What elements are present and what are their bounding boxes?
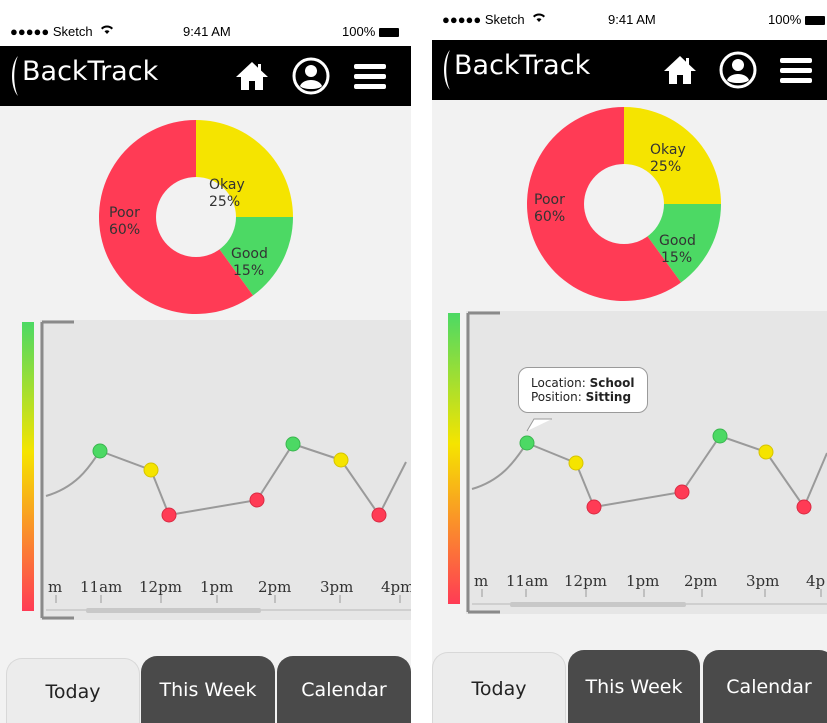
timeline-svg bbox=[40, 320, 411, 620]
tooltip-pointer bbox=[526, 418, 552, 432]
posture-donut-chart: Okay 25% Good 15% Poor 60% bbox=[524, 104, 724, 308]
screen-right: ●●●●● Sketch 9:41 AM 100% BackTrack Okay… bbox=[432, 0, 827, 723]
timeline-point[interactable] bbox=[92, 443, 108, 459]
wifi-icon bbox=[533, 13, 545, 22]
tooltip-position: Position: Sitting bbox=[531, 390, 632, 404]
wifi-icon bbox=[101, 25, 113, 34]
slice-label-poor: Poor bbox=[109, 205, 140, 221]
app-header: BackTrack bbox=[0, 46, 411, 106]
slice-label-okay: Okay bbox=[650, 142, 686, 158]
tooltip-location: Location: School bbox=[531, 376, 635, 390]
time-label: 1pm bbox=[200, 578, 234, 596]
carrier-signal: ●●●●● Sketch bbox=[10, 24, 93, 39]
timeline-point[interactable] bbox=[712, 428, 728, 444]
timeline-point[interactable] bbox=[371, 507, 387, 523]
timeline-svg bbox=[466, 311, 827, 614]
timeline-point[interactable] bbox=[285, 436, 301, 452]
timeline-curve bbox=[45, 450, 101, 497]
home-icon[interactable] bbox=[232, 56, 272, 96]
timeline-point[interactable] bbox=[333, 452, 349, 468]
slice-percent-okay: 25% bbox=[650, 159, 681, 175]
time-label: 3pm bbox=[746, 572, 780, 590]
battery-level: 100% bbox=[768, 12, 826, 27]
time-label: m bbox=[474, 572, 489, 590]
slice-label-okay: Okay bbox=[209, 177, 245, 193]
timeline-point[interactable] bbox=[586, 499, 602, 515]
timeline-point[interactable] bbox=[568, 455, 584, 471]
tab-this-week[interactable]: This Week bbox=[141, 656, 275, 723]
status-bar: ●●●●● Sketch 9:41 AM 100% bbox=[432, 0, 827, 40]
time-label: 2pm bbox=[258, 578, 292, 596]
timeline-curve bbox=[471, 442, 528, 490]
hamburger-menu-icon[interactable] bbox=[776, 50, 816, 90]
timeline-scrollbar[interactable] bbox=[86, 608, 261, 613]
tab-calendar[interactable]: Calendar bbox=[277, 656, 411, 723]
slice-label-good: Good bbox=[659, 233, 696, 249]
time-label: 11am bbox=[506, 572, 549, 590]
time-label: 3pm bbox=[320, 578, 354, 596]
donut-hole bbox=[584, 164, 664, 244]
logo-swoosh-icon bbox=[12, 56, 18, 96]
timeline-point[interactable] bbox=[143, 462, 159, 478]
app-title: BackTrack bbox=[454, 50, 591, 81]
tab-this-week[interactable]: This Week bbox=[568, 650, 700, 723]
slice-percent-poor: 60% bbox=[109, 222, 140, 238]
timeline-scrollbar[interactable] bbox=[510, 602, 686, 607]
tab-today[interactable]: Today bbox=[432, 652, 566, 723]
posture-gradient-bar bbox=[448, 313, 460, 604]
donut-svg: Okay 25% Good 15% Poor 60% bbox=[98, 120, 293, 314]
hamburger-menu-icon[interactable] bbox=[350, 56, 390, 96]
timeline-point[interactable] bbox=[161, 507, 177, 523]
timeline-point[interactable] bbox=[796, 499, 812, 515]
status-time: 9:41 AM bbox=[183, 24, 231, 39]
slice-percent-good: 15% bbox=[661, 250, 692, 266]
status-bar: ●●●●● Sketch 9:41 AM 100% bbox=[0, 0, 411, 46]
timeline-chart[interactable]: m 11am 12pm 1pm 2pm 3pm 4pm bbox=[40, 320, 411, 620]
logo-swoosh-icon bbox=[444, 50, 450, 90]
app-title: BackTrack bbox=[22, 56, 159, 87]
screen-left: ●●●●● Sketch 9:41 AM 100% BackTrack Okay… bbox=[0, 0, 411, 723]
slice-percent-poor: 60% bbox=[534, 209, 565, 225]
status-time: 9:41 AM bbox=[608, 12, 656, 27]
slice-percent-okay: 25% bbox=[209, 194, 240, 210]
time-label: m bbox=[48, 578, 63, 596]
slice-percent-good: 15% bbox=[233, 263, 264, 279]
tab-today[interactable]: Today bbox=[6, 658, 140, 723]
posture-donut-chart: Okay 25% Good 15% Poor 60% bbox=[96, 117, 296, 321]
battery-level: 100% bbox=[342, 24, 400, 39]
donut-svg: Okay 25% Good 15% Poor 60% bbox=[527, 107, 721, 301]
user-profile-icon[interactable] bbox=[718, 50, 758, 90]
time-label: 12pm bbox=[564, 572, 607, 590]
battery-icon bbox=[379, 28, 400, 38]
time-label: 12pm bbox=[139, 578, 182, 596]
home-icon[interactable] bbox=[660, 50, 700, 90]
time-label: 4p bbox=[806, 572, 826, 590]
battery-icon bbox=[805, 16, 826, 26]
time-label: 11am bbox=[80, 578, 123, 596]
timeline-point[interactable] bbox=[674, 484, 690, 500]
timeline-point[interactable] bbox=[519, 435, 535, 451]
slice-label-poor: Poor bbox=[534, 192, 565, 208]
slice-label-good: Good bbox=[231, 246, 268, 262]
user-profile-icon[interactable] bbox=[291, 56, 331, 96]
app-header: BackTrack bbox=[432, 40, 827, 100]
tab-calendar[interactable]: Calendar bbox=[703, 650, 827, 723]
posture-gradient-bar bbox=[22, 322, 34, 611]
time-label: 4pm bbox=[381, 578, 411, 596]
carrier-signal: ●●●●● Sketch bbox=[442, 12, 525, 27]
timeline-point[interactable] bbox=[758, 444, 774, 460]
time-label: 1pm bbox=[626, 572, 660, 590]
time-label: 2pm bbox=[684, 572, 718, 590]
timeline-chart[interactable]: Location: School Position: Sitting m 11a… bbox=[466, 311, 827, 614]
data-point-tooltip: Location: School Position: Sitting bbox=[518, 367, 648, 413]
timeline-point[interactable] bbox=[249, 492, 265, 508]
